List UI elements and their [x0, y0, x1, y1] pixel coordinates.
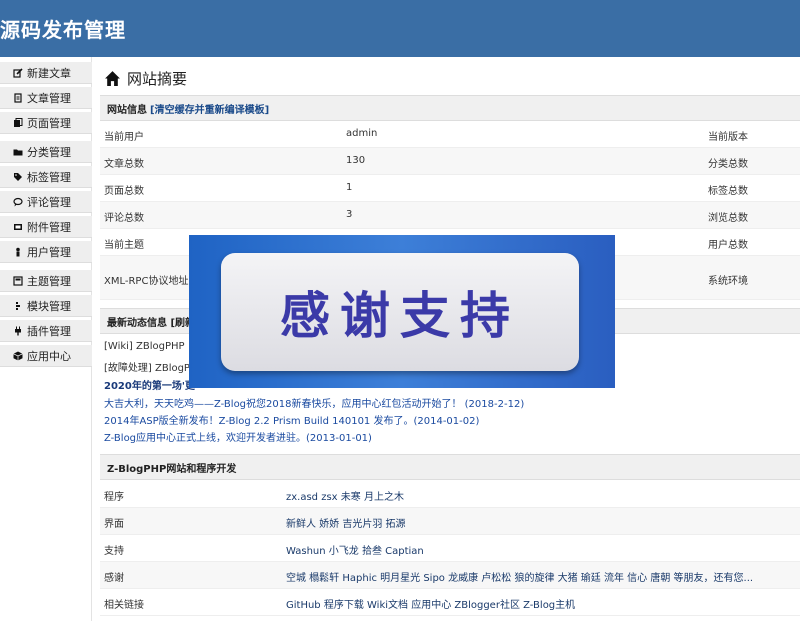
sidebar-item-label: 分类管理 [27, 145, 71, 159]
clear-cache-link[interactable]: [清空缓存并重新编译模板] [150, 101, 269, 116]
pages-icon [12, 117, 23, 128]
sidebar-item-label: 新建文章 [27, 66, 71, 80]
thanks-banner-text: 感谢支持 [280, 287, 520, 345]
table-row: 界面 新鲜人 娇娇 吉光片羽 拓源 [100, 508, 800, 535]
dev-header: Z-BlogPHP网站和程序开发 [100, 454, 800, 480]
row-value: 1 [346, 182, 353, 193]
sidebar-item-label: 应用中心 [27, 349, 71, 363]
row-label: 当前用户 [104, 132, 144, 143]
top-header: 源码发布管理 [0, 0, 800, 57]
site-info-heading: 网站信息 [107, 104, 147, 116]
attachment-icon [12, 221, 23, 232]
row-value: admin [346, 128, 378, 139]
sidebar-item-label: 主题管理 [27, 274, 71, 288]
thanks-overlay-banner: 感谢支持 [189, 235, 615, 388]
sidebar-item-new-article[interactable]: 新建文章 [0, 62, 92, 84]
row-label: 感谢 [104, 573, 124, 584]
sidebar-item-label: 页面管理 [27, 116, 71, 130]
row-label: 评论总数 [104, 213, 144, 224]
sidebar-item-app-center[interactable]: 应用中心 [0, 345, 92, 367]
news-item[interactable]: [Wiki] ZBlogPHP [104, 341, 185, 352]
table-row: 评论总数 3 浏览总数 [100, 202, 800, 229]
row-label: 当前主题 [104, 240, 144, 251]
sidebar-item-label: 用户管理 [27, 245, 71, 259]
row-value[interactable]: 新鲜人 娇娇 吉光片羽 拓源 [286, 515, 406, 530]
app-title: 源码发布管理 [0, 18, 126, 42]
home-icon [105, 70, 120, 86]
page-title: 网站摘要 [104, 67, 187, 89]
table-row: 支持 Washun 小飞龙 拾叁 Captian [100, 535, 800, 562]
row-label: 文章总数 [104, 159, 144, 170]
table-row: 页面总数 1 标签总数 [100, 175, 800, 202]
table-row: 当前用户 admin 当前版本 [100, 121, 800, 148]
table-row: 感谢 空城 榻鬆轩 Haphic 明月星光 Sipo 龙威康 卢松松 狼的旋律 … [100, 562, 800, 589]
row-label: 支持 [104, 546, 124, 557]
sidebar-item-themes[interactable]: 主题管理 [0, 270, 92, 292]
table-row: 相关链接 GitHub 程序下载 Wiki文档 应用中心 ZBlogger社区 … [100, 589, 800, 616]
news-item[interactable]: Z-Blog应用中心正式上线，欢迎开发者进驻。(2013-01-01) [104, 429, 372, 444]
sidebar: 新建文章 文章管理 页面管理 分类管理 标签管理 评论管理 附件管理 用户管理 … [0, 57, 92, 621]
module-icon [12, 300, 23, 311]
table-row: 文章总数 130 分类总数 [100, 148, 800, 175]
document-icon [12, 92, 23, 103]
tag-icon [12, 171, 23, 182]
sidebar-item-label: 模块管理 [27, 299, 71, 313]
app-center-icon [12, 350, 23, 361]
sidebar-item-label: 插件管理 [27, 324, 71, 338]
sidebar-item-pages[interactable]: 页面管理 [0, 112, 92, 134]
user-icon [12, 246, 23, 257]
site-info-header: 网站信息 [清空缓存并重新编译模板] [100, 95, 800, 121]
row-value: 3 [346, 209, 353, 220]
sidebar-item-articles[interactable]: 文章管理 [0, 87, 92, 109]
dev-heading: Z-BlogPHP网站和程序开发 [107, 463, 237, 475]
sidebar-item-attachments[interactable]: 附件管理 [0, 216, 92, 238]
sidebar-item-users[interactable]: 用户管理 [0, 241, 92, 263]
sidebar-item-tags[interactable]: 标签管理 [0, 166, 92, 188]
row-right-label: 用户总数 [708, 240, 748, 251]
row-right-label: 当前版本 [708, 132, 748, 143]
row-right-label: 标签总数 [708, 186, 748, 197]
sidebar-item-label: 文章管理 [27, 91, 71, 105]
row-value[interactable]: zx.asd zsx 未寒 月上之木 [286, 488, 404, 503]
sidebar-item-label: 评论管理 [27, 195, 71, 209]
comment-icon [12, 196, 23, 207]
row-label: 页面总数 [104, 186, 144, 197]
row-value[interactable]: GitHub 程序下载 Wiki文档 应用中心 ZBlogger社区 Z-Blo… [286, 596, 575, 611]
folder-icon [12, 146, 23, 157]
sidebar-item-comments[interactable]: 评论管理 [0, 191, 92, 213]
row-right-label: 浏览总数 [708, 213, 748, 224]
sidebar-item-label: 标签管理 [27, 170, 71, 184]
row-label: 相关链接 [104, 600, 144, 611]
plugin-icon [12, 325, 23, 336]
row-label: 界面 [104, 519, 124, 530]
table-row: 程序 zx.asd zsx 未寒 月上之木 [100, 481, 800, 508]
row-value[interactable]: Washun 小飞龙 拾叁 Captian [286, 542, 424, 557]
news-item[interactable]: [故障处理] ZBlogP [104, 359, 190, 374]
theme-icon [12, 275, 23, 286]
row-right-label: 系统环境 [708, 276, 748, 287]
row-value[interactable]: 空城 榻鬆轩 Haphic 明月星光 Sipo 龙威康 卢松松 狼的旋律 大猪 … [286, 569, 753, 584]
thanks-banner-plate: 感谢支持 [221, 253, 579, 371]
sidebar-item-categories[interactable]: 分类管理 [0, 141, 92, 163]
sidebar-item-plugins[interactable]: 插件管理 [0, 320, 92, 342]
news-item[interactable]: 2014年ASP版全新发布！Z-Blog 2.2 Prism Build 140… [104, 412, 479, 427]
sidebar-item-modules[interactable]: 模块管理 [0, 295, 92, 317]
row-right-label: 分类总数 [708, 159, 748, 170]
news-item[interactable]: 大吉大利，天天吃鸡——Z-Blog祝您2018新春快乐，应用中心红包活动开始了！… [104, 395, 524, 410]
edit-icon [12, 67, 23, 78]
row-label: XML-RPC协议地址 [104, 276, 189, 287]
page-title-text: 网站摘要 [127, 69, 188, 88]
news-item[interactable]: 2020年的第一场'更 [104, 377, 195, 392]
row-value: 130 [346, 155, 366, 166]
row-label: 程序 [104, 492, 124, 503]
news-heading: 最新动态信息 [刷新 [107, 317, 196, 329]
sidebar-item-label: 附件管理 [27, 220, 71, 234]
